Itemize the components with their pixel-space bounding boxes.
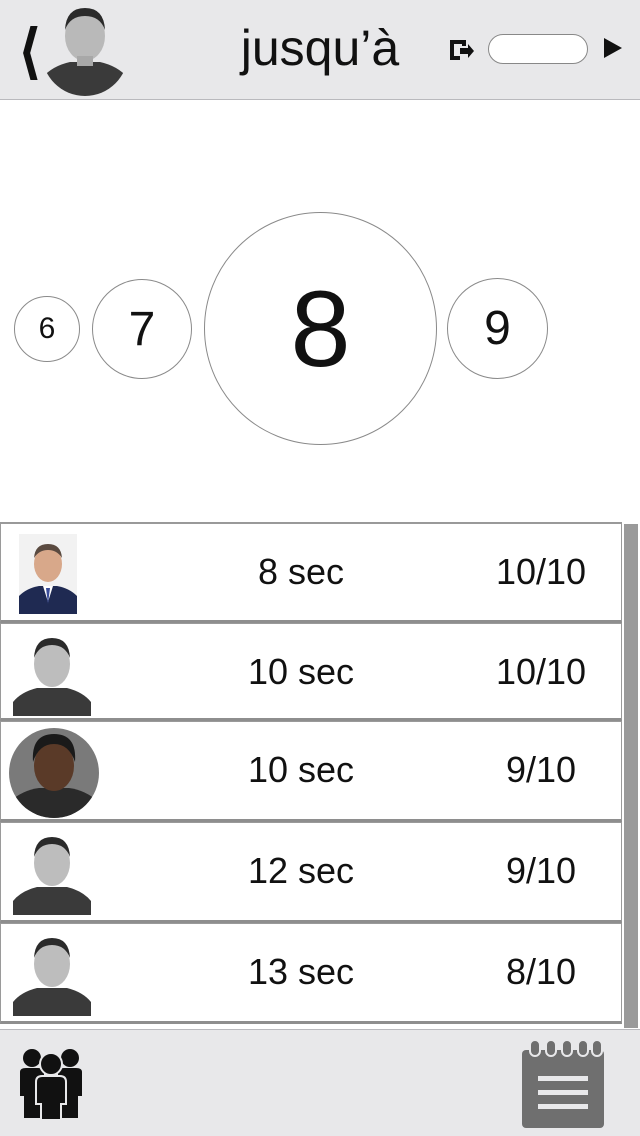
results-list: 8 sec 10/10 10 sec 10/10 10 sec 9/10 12 … <box>0 522 622 1029</box>
score-value: 8/10 <box>505 951 577 992</box>
number-option-7[interactable]: 7 <box>92 279 192 379</box>
notepad-icon[interactable] <box>520 1038 606 1130</box>
avatar <box>9 829 95 915</box>
list-item[interactable]: 10 sec 9/10 <box>0 721 622 822</box>
avatar <box>9 930 95 1016</box>
time-value: 8 sec <box>257 551 345 592</box>
time-value: 10 sec <box>247 651 355 692</box>
time-value: 13 sec <box>247 951 355 992</box>
avatar <box>19 534 77 614</box>
list-item[interactable]: 13 sec 8/10 <box>0 923 622 1024</box>
score-value: 9/10 <box>505 749 577 790</box>
top-bar: ❰ jusqu’à <box>0 0 640 100</box>
list-item[interactable]: 8 sec 10/10 <box>0 523 622 623</box>
people-group-icon[interactable] <box>18 1044 84 1121</box>
score-value: 10/10 <box>495 651 587 692</box>
list-item[interactable]: 12 sec 9/10 <box>0 822 622 923</box>
time-value: 10 sec <box>247 749 355 790</box>
search-input[interactable] <box>488 34 588 64</box>
scrollbar-thumb[interactable] <box>624 524 638 1028</box>
number-option-selected[interactable]: 8 <box>204 212 437 445</box>
play-icon[interactable] <box>604 38 622 58</box>
score-value: 9/10 <box>505 850 577 891</box>
number-option-9[interactable]: 9 <box>447 278 548 379</box>
avatar[interactable] <box>42 0 128 96</box>
chevron-left-icon[interactable]: ❰ <box>18 22 43 76</box>
bottom-bar <box>0 1029 640 1136</box>
number-option-6[interactable]: 6 <box>14 296 80 362</box>
list-item[interactable]: 10 sec 10/10 <box>0 623 622 721</box>
avatar <box>9 728 99 818</box>
time-value: 12 sec <box>247 850 355 891</box>
score-value: 10/10 <box>495 551 587 592</box>
avatar <box>9 630 95 716</box>
exit-arrow-icon[interactable] <box>448 38 474 62</box>
page-title: jusqu’à <box>240 20 400 76</box>
